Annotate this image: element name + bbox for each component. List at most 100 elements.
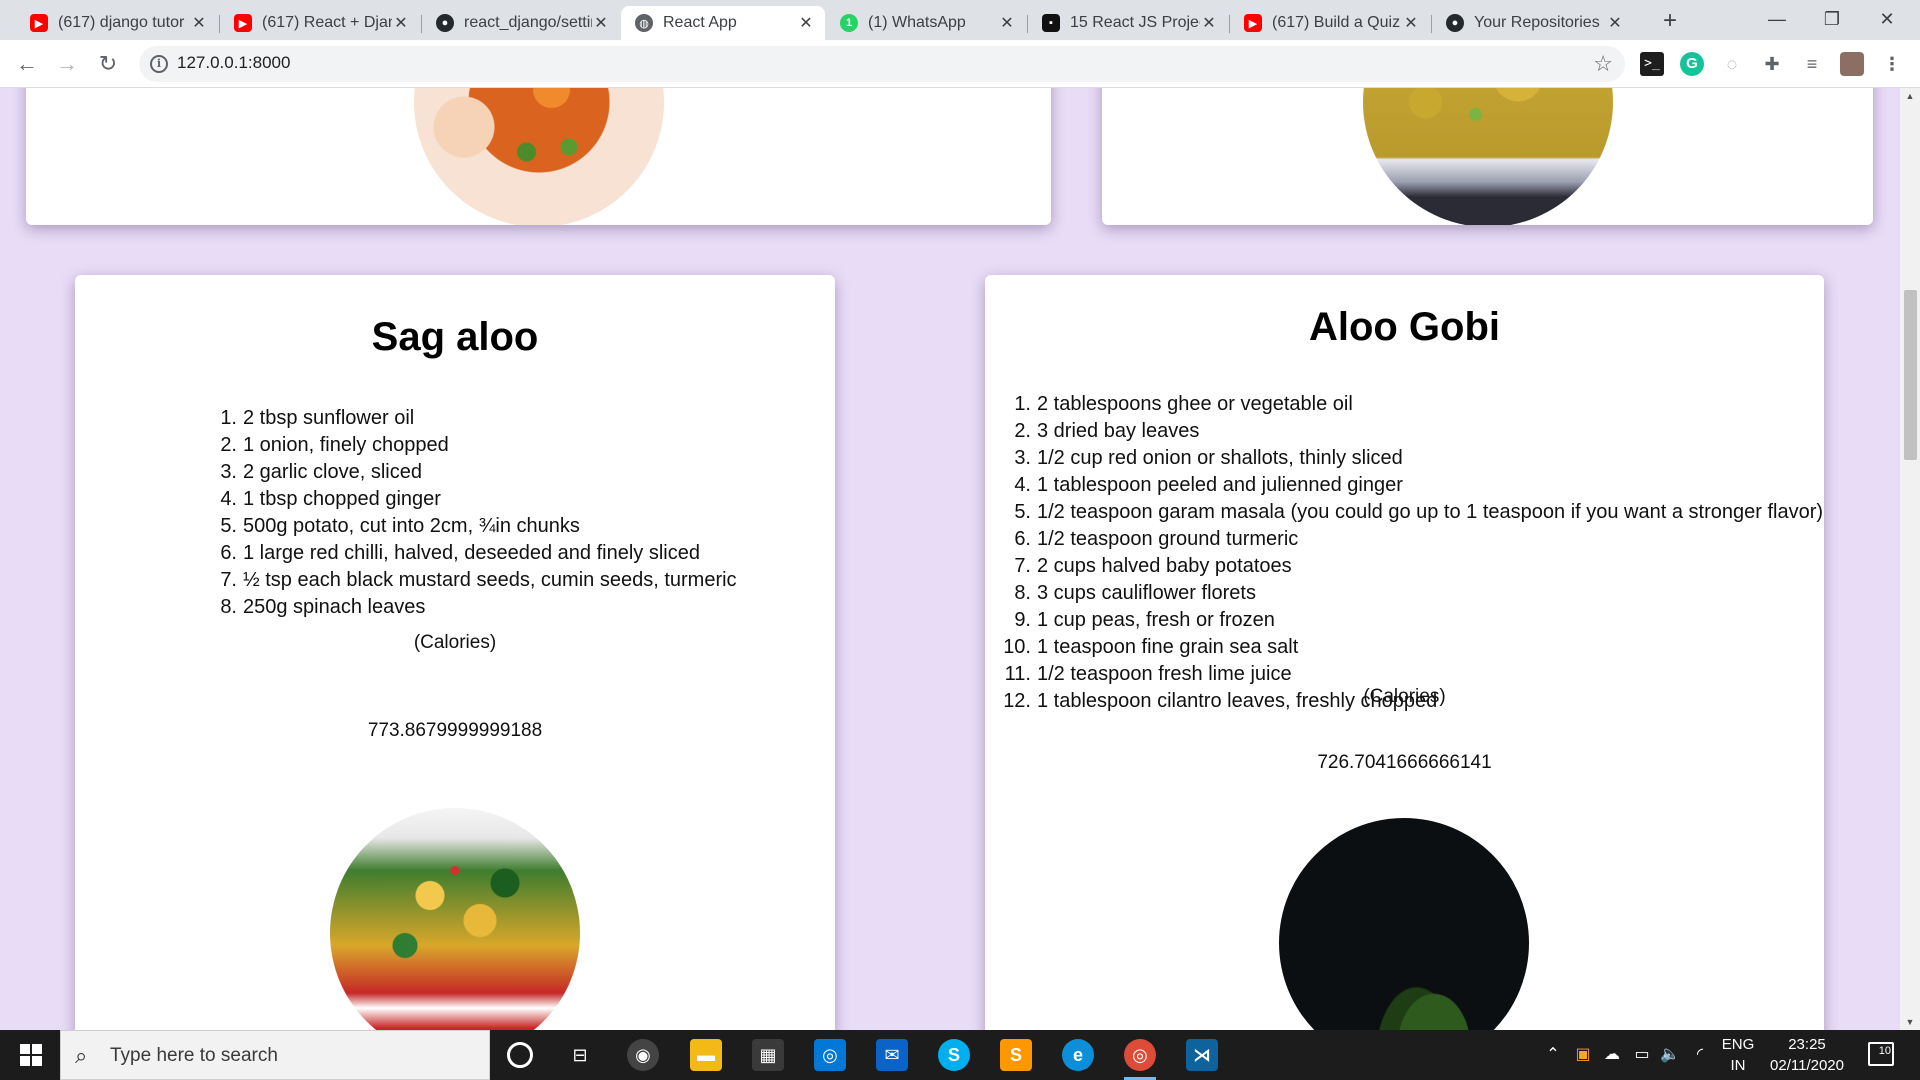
scrollbar-thumb[interactable] bbox=[1904, 290, 1917, 460]
chrome-icon[interactable]: ◎ bbox=[1124, 1039, 1156, 1080]
page-scrollbar[interactable]: ▲ ▼ bbox=[1900, 88, 1920, 1030]
language-code: ENG bbox=[1721, 1036, 1755, 1053]
reload-button[interactable]: ↻ bbox=[93, 49, 123, 79]
ingredient-number: 1. bbox=[1014, 393, 1031, 415]
ingredient-text: ½ tsp each black mustard seeds, cumin se… bbox=[243, 569, 737, 591]
input-language[interactable]: ENG IN bbox=[1716, 1034, 1760, 1076]
ingredient-text: 250g spinach leaves bbox=[243, 596, 426, 618]
ingredient-number: 8. bbox=[220, 596, 237, 618]
ingredient-list: 1. 2 tbsp sunflower oil 2. 1 onion, finely … bbox=[215, 405, 737, 621]
chrome-menu-icon[interactable]: ⋮ bbox=[1880, 52, 1904, 76]
ingredient-item: 9. 1 cup peas, fresh or frozen bbox=[1001, 607, 1823, 634]
ingredient-number: 2. bbox=[220, 434, 237, 456]
puzzle-extensions-icon[interactable]: ✚ bbox=[1760, 52, 1784, 76]
file-explorer-icon[interactable]: ▬ bbox=[690, 1039, 722, 1071]
tab-react-app[interactable]: ◍ React App ✕ bbox=[621, 6, 825, 40]
scroll-up-arrow-icon[interactable]: ▲ bbox=[1900, 88, 1920, 104]
volume-icon[interactable]: 🔈 bbox=[1656, 1030, 1684, 1080]
taskbar-clock[interactable]: 23:25 02/11/2020 bbox=[1762, 1034, 1852, 1076]
ingredient-item: 5. 1/2 teaspoon garam masala (you could g… bbox=[1001, 499, 1823, 526]
close-tab-icon[interactable]: ✕ bbox=[592, 13, 610, 33]
browser-toolbar: ← → ↻ i 127.0.0.1:8000 ☆ >_ G ◌ ✚ ≡ ⋮ bbox=[0, 40, 1920, 88]
tab-title: Your Repositories bbox=[1474, 14, 1600, 31]
tab-title: (617) django tutor bbox=[58, 14, 185, 31]
ingredient-number: 3. bbox=[220, 461, 237, 483]
vscode-icon[interactable]: ⋊ bbox=[1186, 1039, 1218, 1071]
show-hidden-icons-icon[interactable]: ⌃ bbox=[1538, 1030, 1568, 1080]
ingredient-number: 7. bbox=[220, 569, 237, 591]
action-center-icon[interactable]: 10 bbox=[1868, 1042, 1894, 1066]
calories-value: 773.8679999999188 bbox=[367, 720, 543, 741]
windows-start-button[interactable] bbox=[0, 1030, 60, 1080]
wifi-icon[interactable]: ◜ bbox=[1686, 1030, 1714, 1080]
close-tab-icon[interactable]: ✕ bbox=[392, 13, 410, 33]
sublime-text-icon[interactable]: S bbox=[1000, 1039, 1032, 1071]
url-text[interactable]: 127.0.0.1:8000 bbox=[177, 53, 290, 73]
extension-icon[interactable]: ◌ bbox=[1720, 52, 1744, 76]
tab-react-django[interactable]: ▶ (617) React + Djan ✕ bbox=[220, 6, 420, 40]
bookmark-star-icon[interactable]: ☆ bbox=[1593, 51, 1613, 77]
ingredient-text: 1 tablespoon peeled and julienned ginger bbox=[1037, 474, 1403, 496]
media-player-icon[interactable]: ◉ bbox=[627, 1039, 659, 1071]
close-tab-icon[interactable]: ✕ bbox=[1200, 13, 1218, 33]
forward-button[interactable]: → bbox=[52, 49, 82, 79]
tab-title: (617) Build a Quiz bbox=[1272, 14, 1401, 31]
tray-app-icon[interactable]: ▣ bbox=[1570, 1030, 1596, 1080]
instagram-app-icon[interactable]: ◎ bbox=[814, 1039, 846, 1071]
tab-title: 15 React JS Project bbox=[1070, 14, 1200, 31]
close-tab-icon[interactable]: ✕ bbox=[797, 13, 815, 33]
close-tab-icon[interactable]: ✕ bbox=[998, 13, 1016, 33]
ingredient-item: 8. 3 cups cauliflower florets bbox=[1001, 580, 1823, 607]
terminal-extension-icon[interactable]: >_ bbox=[1640, 52, 1664, 76]
profile-avatar[interactable] bbox=[1840, 52, 1864, 76]
tab-whatsapp[interactable]: 1 (1) WhatsApp ✕ bbox=[826, 6, 1026, 40]
close-window-button[interactable]: ✕ bbox=[1864, 4, 1910, 34]
ingredient-text: 1 teaspoon fine grain sea salt bbox=[1037, 636, 1299, 658]
recipe-image bbox=[1363, 88, 1613, 225]
cortana-icon[interactable] bbox=[507, 1042, 533, 1068]
page-viewport: Sag aloo 1. 2 tbsp sunflower oil 2. 1 onion… bbox=[0, 88, 1900, 1030]
clock-time: 23:25 bbox=[1788, 1036, 1826, 1053]
ingredient-text: 3 dried bay leaves bbox=[1037, 420, 1200, 442]
restore-button[interactable]: ❐ bbox=[1809, 4, 1855, 34]
calories-label: (Calories) bbox=[1363, 686, 1446, 707]
tab-your-repositories[interactable]: ● Your Repositories ✕ bbox=[1432, 6, 1634, 40]
ingredient-item: 1. 2 tbsp sunflower oil bbox=[215, 405, 737, 432]
tab-django-tutorial[interactable]: ▶ (617) django tutor ✕ bbox=[16, 6, 218, 40]
back-button[interactable]: ← bbox=[12, 49, 42, 79]
close-tab-icon[interactable]: ✕ bbox=[1402, 13, 1420, 33]
tab-build-quiz[interactable]: ▶ (617) Build a Quiz ✕ bbox=[1230, 6, 1430, 40]
ingredient-item: 2. 1 onion, finely chopped bbox=[215, 432, 737, 459]
taskbar-search-box[interactable]: ⌕ Type here to search bbox=[60, 1030, 490, 1080]
close-tab-icon[interactable]: ✕ bbox=[190, 13, 208, 33]
ingredient-number: 8. bbox=[1014, 582, 1031, 604]
github-icon: ● bbox=[436, 14, 454, 32]
ingredient-item: 1. 2 tablespoons ghee or vegetable oil bbox=[1001, 391, 1823, 418]
site-info-icon[interactable]: i bbox=[150, 55, 168, 73]
tab-title: react_django/settir bbox=[464, 14, 592, 31]
ingredient-number: 6. bbox=[220, 542, 237, 564]
skype-icon[interactable]: S bbox=[938, 1039, 970, 1071]
minimize-button[interactable]: — bbox=[1754, 4, 1800, 34]
media-control-icon[interactable]: ≡ bbox=[1800, 52, 1824, 76]
new-tab-button[interactable]: + bbox=[1657, 8, 1683, 34]
scroll-down-arrow-icon[interactable]: ▼ bbox=[1900, 1014, 1920, 1030]
task-view-icon[interactable]: ⊟ bbox=[564, 1039, 596, 1071]
close-tab-icon[interactable]: ✕ bbox=[1606, 13, 1624, 33]
mail-icon[interactable]: ✉ bbox=[876, 1039, 908, 1071]
tab-github-settings[interactable]: ● react_django/settir ✕ bbox=[422, 6, 620, 40]
ingredient-text: 2 tablespoons ghee or vegetable oil bbox=[1037, 393, 1353, 415]
edge-icon[interactable]: e bbox=[1062, 1039, 1094, 1071]
grammarly-extension-icon[interactable]: G bbox=[1680, 52, 1704, 76]
onedrive-icon[interactable]: ☁ bbox=[1598, 1030, 1626, 1080]
windows-logo-icon bbox=[32, 1056, 42, 1066]
tab-title: (1) WhatsApp bbox=[868, 14, 966, 31]
tab-react-projects[interactable]: ▪ 15 React JS Project ✕ bbox=[1028, 6, 1228, 40]
microsoft-store-icon[interactable]: ▦ bbox=[752, 1039, 784, 1071]
battery-icon[interactable]: ▭ bbox=[1628, 1030, 1656, 1080]
address-bar[interactable]: i 127.0.0.1:8000 ☆ bbox=[139, 46, 1625, 82]
youtube-icon: ▶ bbox=[30, 14, 48, 32]
recipe-image bbox=[1279, 818, 1529, 1030]
whatsapp-icon: 1 bbox=[840, 14, 858, 32]
windows-logo-icon bbox=[20, 1044, 30, 1054]
